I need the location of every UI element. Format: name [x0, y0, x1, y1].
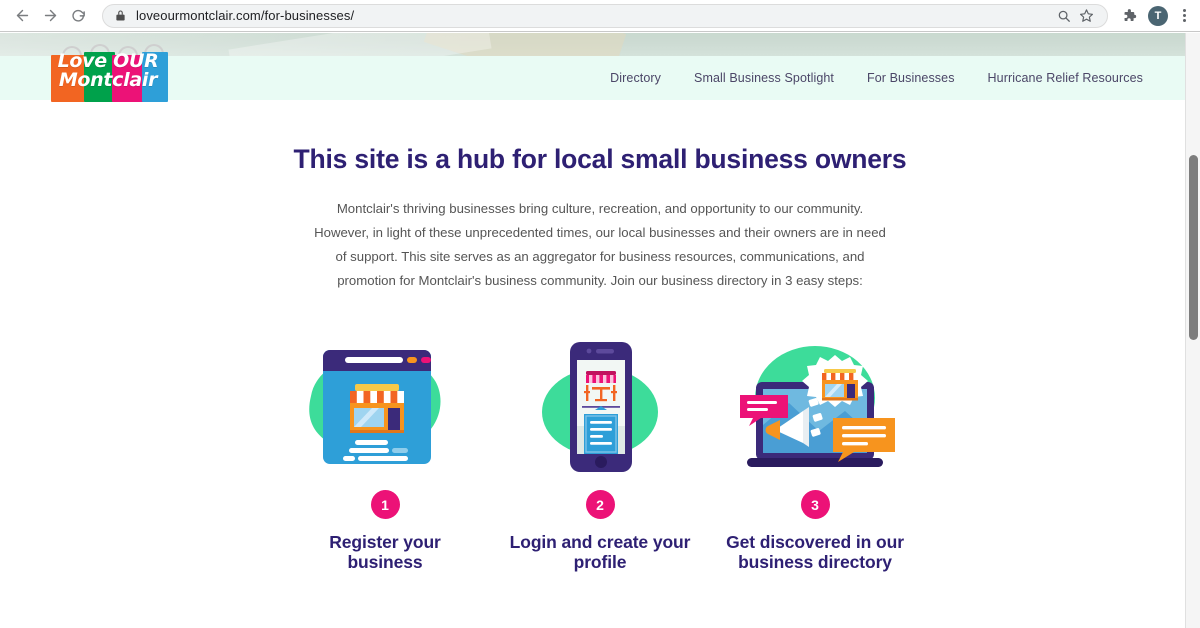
browser-actions: T: [1116, 3, 1200, 29]
step-label: Register your business: [329, 532, 441, 572]
intro-line: promotion for Montclair's business commu…: [337, 273, 863, 288]
site-navigation-bar: Directory Small Business Spotlight For B…: [0, 56, 1200, 100]
step-item: 1 Register your business: [278, 338, 493, 572]
intro-paragraph: Montclair's thriving businesses bring cu…: [250, 197, 950, 293]
lock-icon: [115, 9, 126, 22]
nav-links: Directory Small Business Spotlight For B…: [610, 56, 1143, 100]
nav-item-hurricane-relief-resources[interactable]: Hurricane Relief Resources: [988, 71, 1143, 85]
intro-line: of support. This site serves as an aggre…: [335, 249, 865, 264]
star-icon[interactable]: [1075, 8, 1097, 23]
step-number-badge: 1: [370, 490, 400, 519]
vertical-scrollbar-thumb[interactable]: [1189, 155, 1198, 340]
page-content: This site is a hub for local small busin…: [0, 100, 1200, 571]
profile-avatar[interactable]: T: [1148, 5, 1168, 26]
forward-button[interactable]: [36, 2, 64, 30]
intro-line: However, in light of these unprecedented…: [314, 225, 886, 240]
nav-item-for-businesses[interactable]: For Businesses: [867, 71, 955, 85]
kebab-menu-icon[interactable]: [1174, 9, 1194, 22]
logo-text: Love OUR Montclair: [46, 52, 170, 89]
puzzle-icon[interactable]: [1116, 3, 1142, 29]
step-label: Login and create your profile: [509, 532, 691, 572]
step-label: Get discovered in our business directory: [726, 532, 904, 572]
step-item: 3 Get discovered in our business directo…: [708, 338, 923, 572]
address-bar-url: loveourmontclair.com/for-businesses/: [136, 8, 355, 23]
page-viewport: Directory Small Business Spotlight For B…: [0, 33, 1200, 628]
page-title: This site is a hub for local small busin…: [293, 144, 907, 174]
browser-toolbar: loveourmontclair.com/for-businesses/ T: [0, 0, 1200, 32]
step-number-badge: 3: [800, 490, 830, 519]
search-icon[interactable]: [1053, 9, 1075, 23]
address-bar[interactable]: loveourmontclair.com/for-businesses/: [102, 3, 1108, 28]
back-button[interactable]: [8, 2, 36, 30]
hero-photo-strip: [0, 33, 1200, 56]
nav-item-directory[interactable]: Directory: [610, 71, 661, 85]
logo-text-line1: Love OUR: [57, 50, 159, 72]
step-item: 2 Login and create your profile: [493, 338, 708, 572]
vertical-scrollbar-track[interactable]: [1185, 33, 1200, 628]
steps-row: 1 Register your business 2 Login and cre…: [0, 338, 1200, 572]
step-number-badge: 2: [585, 490, 615, 519]
intro-line: Montclair's thriving businesses bring cu…: [336, 201, 864, 216]
nav-item-small-business-spotlight[interactable]: Small Business Spotlight: [694, 71, 834, 85]
browser-window-storefront-illustration: [293, 338, 478, 478]
reload-button[interactable]: [64, 2, 92, 30]
logo-text-line2: Montclair: [58, 68, 158, 91]
mobile-phone-profile-form-illustration: [508, 338, 693, 478]
site-logo[interactable]: Love OUR Montclair: [46, 42, 170, 102]
laptop-megaphone-promotion-illustration: [723, 338, 908, 478]
